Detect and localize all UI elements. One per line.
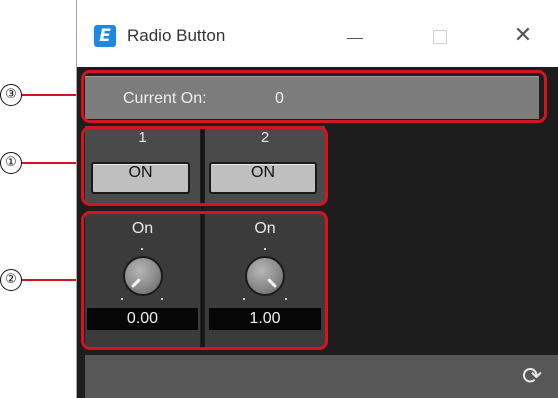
callout-box-knobs — [81, 211, 328, 350]
callout-leader-3 — [22, 94, 82, 96]
maximize-button[interactable] — [420, 20, 460, 52]
window-title: Radio Button — [127, 26, 226, 45]
close-icon: ✕ — [513, 23, 533, 48]
callout-box-current-on — [81, 70, 547, 123]
refresh-icon[interactable]: ⟳ — [517, 361, 547, 391]
callout-marker-2: ② — [0, 269, 22, 291]
title-bar[interactable]: E Radio Button ✕ — [77, 0, 558, 67]
callout-leader-2 — [22, 279, 82, 281]
callout-marker-3: ③ — [0, 84, 22, 106]
app-e-icon: E — [94, 25, 116, 47]
callout-leader-1 — [22, 162, 82, 164]
minimize-button[interactable] — [335, 20, 375, 52]
callout-box-buttons — [81, 126, 328, 206]
footer-bar: ⟳ — [85, 355, 558, 398]
callout-marker-1: ① — [0, 152, 22, 174]
close-button[interactable]: ✕ — [503, 20, 543, 52]
